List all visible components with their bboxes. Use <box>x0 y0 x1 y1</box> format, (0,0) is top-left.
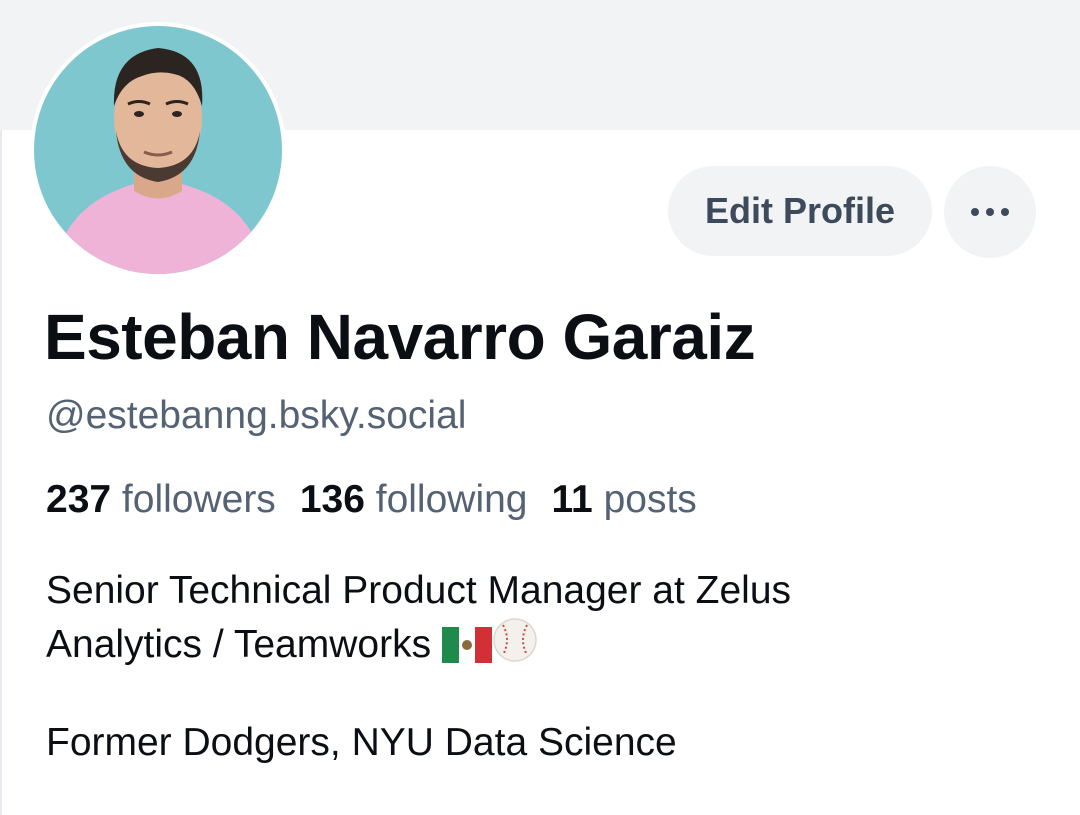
avatar-photo <box>34 26 282 274</box>
bio-line: Senior Technical Product Manager at Zelu… <box>46 569 792 612</box>
posts-label: posts <box>603 478 697 521</box>
followers-link[interactable]: 237 followers <box>46 478 276 521</box>
edit-profile-button[interactable]: Edit Profile <box>668 166 932 256</box>
profile-stats: 237 followers 136 following 11 posts <box>46 478 697 522</box>
following-label: following <box>375 478 528 521</box>
posts-count: 11 <box>551 478 593 521</box>
panel-border <box>0 130 2 815</box>
user-handle: @estebanng.bsky.social <box>46 394 467 437</box>
following-link[interactable]: 136 following <box>300 478 528 521</box>
avatar[interactable] <box>30 22 286 278</box>
followers-label: followers <box>121 478 276 521</box>
bio-line-2: Analytics / Teamworks <box>46 617 1036 671</box>
more-options-button[interactable] <box>944 166 1036 258</box>
mexico-flag-icon <box>441 627 492 663</box>
profile-bio: Senior Technical Product Manager at Zelu… <box>46 565 1036 671</box>
following-count: 136 <box>299 478 365 521</box>
followers-count: 237 <box>46 478 112 521</box>
posts-stat: 11 posts <box>552 478 697 521</box>
display-name: Esteban Navarro Garaiz <box>44 301 756 373</box>
bio-line-3: Former Dodgers, NYU Data Science <box>46 721 677 764</box>
ellipsis-icon <box>971 208 1009 216</box>
baseball-icon <box>493 618 537 662</box>
bio-line-text: Analytics / Teamworks <box>46 623 432 666</box>
